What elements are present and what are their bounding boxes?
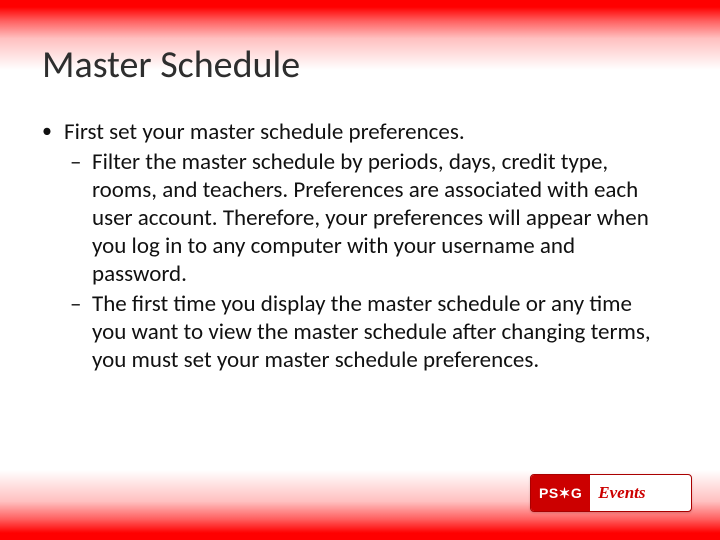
sub-bullet-text: Filter the master schedule by periods, d…	[92, 148, 660, 288]
slide-body: • First set your master schedule prefere…	[42, 118, 660, 376]
sub-bullet-list: – Filter the master schedule by periods,…	[70, 148, 660, 374]
sub-bullet-text: The first time you display the master sc…	[92, 290, 660, 374]
dash-marker: –	[70, 290, 92, 318]
bullet-text: First set your master schedule preferenc…	[64, 118, 660, 146]
slide-title: Master Schedule	[42, 42, 300, 88]
bullet-item: • First set your master schedule prefere…	[42, 118, 660, 146]
logo-right-text: Events	[590, 483, 653, 503]
logo-left-badge: PS✶G	[531, 475, 590, 511]
bullet-marker: •	[42, 118, 64, 144]
sub-bullet-item: – Filter the master schedule by periods,…	[70, 148, 660, 288]
psug-events-logo: PS✶G Events	[530, 474, 692, 512]
dash-marker: –	[70, 148, 92, 176]
sub-bullet-item: – The first time you display the master …	[70, 290, 660, 374]
